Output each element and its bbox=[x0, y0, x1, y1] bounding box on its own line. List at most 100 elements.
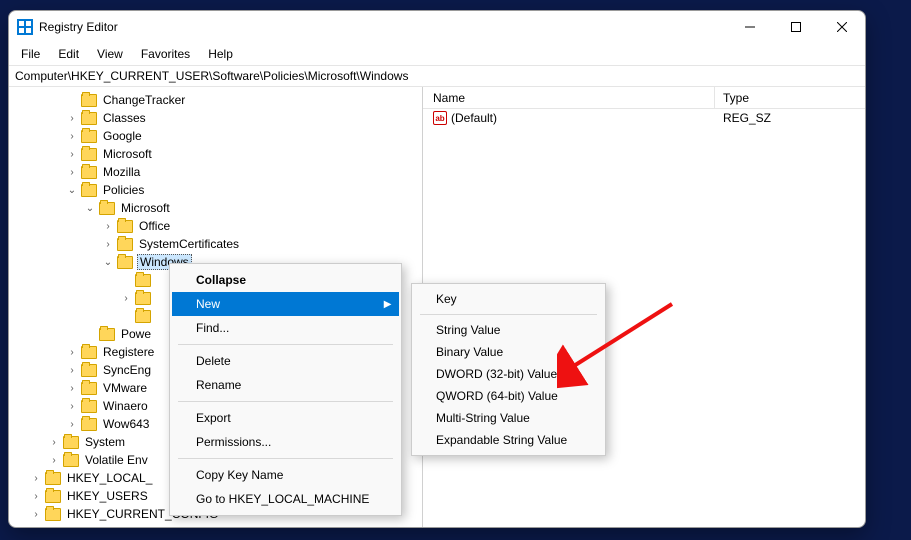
chevron-right-icon[interactable]: › bbox=[47, 455, 61, 466]
ctx-collapse[interactable]: Collapse bbox=[172, 268, 399, 292]
tree-item-label: Policies bbox=[101, 183, 146, 197]
tree-item[interactable]: ⌄ Microsoft bbox=[9, 199, 422, 217]
menu-help[interactable]: Help bbox=[200, 45, 241, 63]
chevron-right-icon[interactable]: › bbox=[65, 113, 79, 124]
list-row[interactable]: ab (Default) REG_SZ bbox=[423, 109, 865, 127]
ctx-new[interactable]: New ▶ bbox=[172, 292, 399, 316]
tree-item-label: VMware bbox=[101, 381, 149, 395]
value-type: REG_SZ bbox=[715, 111, 771, 125]
submenu-dword[interactable]: DWORD (32-bit) Value bbox=[414, 363, 603, 385]
chevron-right-icon[interactable]: › bbox=[65, 149, 79, 160]
folder-icon bbox=[81, 166, 97, 179]
tree-item-label: HKEY_LOCAL_ bbox=[65, 471, 154, 485]
app-icon bbox=[17, 19, 33, 35]
column-type[interactable]: Type bbox=[715, 87, 865, 108]
tree-item[interactable]: ›Classes bbox=[9, 109, 422, 127]
address-path: Computer\HKEY_CURRENT_USER\Software\Poli… bbox=[15, 69, 408, 83]
string-value-icon: ab bbox=[433, 111, 447, 125]
chevron-right-icon[interactable]: › bbox=[65, 131, 79, 142]
folder-icon bbox=[45, 508, 61, 521]
folder-icon bbox=[81, 94, 97, 107]
folder-icon bbox=[117, 238, 133, 251]
chevron-right-icon[interactable]: › bbox=[101, 221, 115, 232]
menubar: File Edit View Favorites Help bbox=[9, 43, 865, 65]
tree-item-label: Microsoft bbox=[119, 201, 172, 215]
folder-icon bbox=[81, 130, 97, 143]
folder-icon bbox=[135, 310, 151, 323]
ctx-rename[interactable]: Rename bbox=[172, 373, 399, 397]
submenu-expstring[interactable]: Expandable String Value bbox=[414, 429, 603, 451]
ctx-permissions[interactable]: Permissions... bbox=[172, 430, 399, 454]
chevron-right-icon[interactable]: › bbox=[119, 293, 133, 304]
submenu-qword[interactable]: QWORD (64-bit) Value bbox=[414, 385, 603, 407]
minimize-button[interactable] bbox=[727, 11, 773, 43]
submenu-new: Key String Value Binary Value DWORD (32-… bbox=[411, 283, 606, 456]
maximize-button[interactable] bbox=[773, 11, 819, 43]
chevron-right-icon[interactable]: › bbox=[65, 383, 79, 394]
folder-icon bbox=[81, 184, 97, 197]
menu-favorites[interactable]: Favorites bbox=[133, 45, 198, 63]
tree-item[interactable]: ›Office bbox=[9, 217, 422, 235]
submenu-string[interactable]: String Value bbox=[414, 319, 603, 341]
tree-item-label: System bbox=[83, 435, 127, 449]
tree-item[interactable]: ChangeTracker bbox=[9, 91, 422, 109]
column-name[interactable]: Name bbox=[423, 87, 715, 108]
tree-item-label: Google bbox=[101, 129, 144, 143]
chevron-right-icon[interactable]: › bbox=[65, 365, 79, 376]
chevron-down-icon[interactable]: ⌄ bbox=[101, 257, 115, 268]
ctx-separator bbox=[178, 458, 393, 459]
ctx-delete[interactable]: Delete bbox=[172, 349, 399, 373]
ctx-find[interactable]: Find... bbox=[172, 316, 399, 340]
chevron-right-icon[interactable]: › bbox=[29, 473, 43, 484]
chevron-right-icon[interactable]: › bbox=[65, 347, 79, 358]
tree-item[interactable]: ›Microsoft bbox=[9, 145, 422, 163]
ctx-go-to-hklm[interactable]: Go to HKEY_LOCAL_MACHINE bbox=[172, 487, 399, 511]
submenu-arrow-icon: ▶ bbox=[384, 299, 392, 310]
ctx-separator bbox=[178, 344, 393, 345]
folder-icon bbox=[81, 364, 97, 377]
folder-icon bbox=[81, 346, 97, 359]
chevron-right-icon[interactable]: › bbox=[101, 239, 115, 250]
folder-icon bbox=[45, 490, 61, 503]
chevron-right-icon[interactable]: › bbox=[65, 167, 79, 178]
titlebar: Registry Editor bbox=[9, 11, 865, 43]
folder-icon bbox=[81, 400, 97, 413]
chevron-down-icon[interactable]: ⌄ bbox=[83, 203, 97, 214]
ctx-copy-key-name[interactable]: Copy Key Name bbox=[172, 463, 399, 487]
submenu-binary[interactable]: Binary Value bbox=[414, 341, 603, 363]
tree-item[interactable]: ⌄ Policies bbox=[9, 181, 422, 199]
tree-item[interactable]: › Google bbox=[9, 127, 422, 145]
chevron-right-icon[interactable]: › bbox=[29, 491, 43, 502]
folder-icon bbox=[117, 256, 133, 269]
folder-icon bbox=[45, 472, 61, 485]
menu-file[interactable]: File bbox=[13, 45, 48, 63]
tree-item-label: SyncEng bbox=[101, 363, 153, 377]
close-button[interactable] bbox=[819, 11, 865, 43]
chevron-down-icon[interactable]: ⌄ bbox=[65, 185, 79, 196]
folder-icon bbox=[81, 148, 97, 161]
address-bar[interactable]: Computer\HKEY_CURRENT_USER\Software\Poli… bbox=[9, 65, 865, 87]
chevron-right-icon[interactable]: › bbox=[65, 419, 79, 430]
submenu-multistring[interactable]: Multi-String Value bbox=[414, 407, 603, 429]
chevron-right-icon[interactable]: › bbox=[65, 401, 79, 412]
value-name: (Default) bbox=[451, 111, 497, 125]
registry-editor-window: Registry Editor File Edit View Favorites… bbox=[8, 10, 866, 528]
menu-edit[interactable]: Edit bbox=[50, 45, 87, 63]
tree-item[interactable]: › Mozilla bbox=[9, 163, 422, 181]
ctx-export[interactable]: Export bbox=[172, 406, 399, 430]
chevron-right-icon[interactable]: › bbox=[29, 509, 43, 520]
ctx-separator bbox=[178, 401, 393, 402]
folder-icon bbox=[81, 382, 97, 395]
menu-view[interactable]: View bbox=[89, 45, 131, 63]
folder-icon bbox=[99, 202, 115, 215]
folder-icon bbox=[135, 292, 151, 305]
tree-item-label: SystemCertificates bbox=[137, 237, 241, 251]
submenu-key[interactable]: Key bbox=[414, 288, 603, 310]
tree-item[interactable]: › SystemCertificates bbox=[9, 235, 422, 253]
chevron-right-icon[interactable]: › bbox=[47, 437, 61, 448]
tree-item-label: HKEY_USERS bbox=[65, 489, 150, 503]
window-controls bbox=[727, 11, 865, 43]
tree-item-label: Powe bbox=[119, 327, 153, 341]
tree-item-label: Mozilla bbox=[101, 165, 142, 179]
list-header: Name Type bbox=[423, 87, 865, 109]
